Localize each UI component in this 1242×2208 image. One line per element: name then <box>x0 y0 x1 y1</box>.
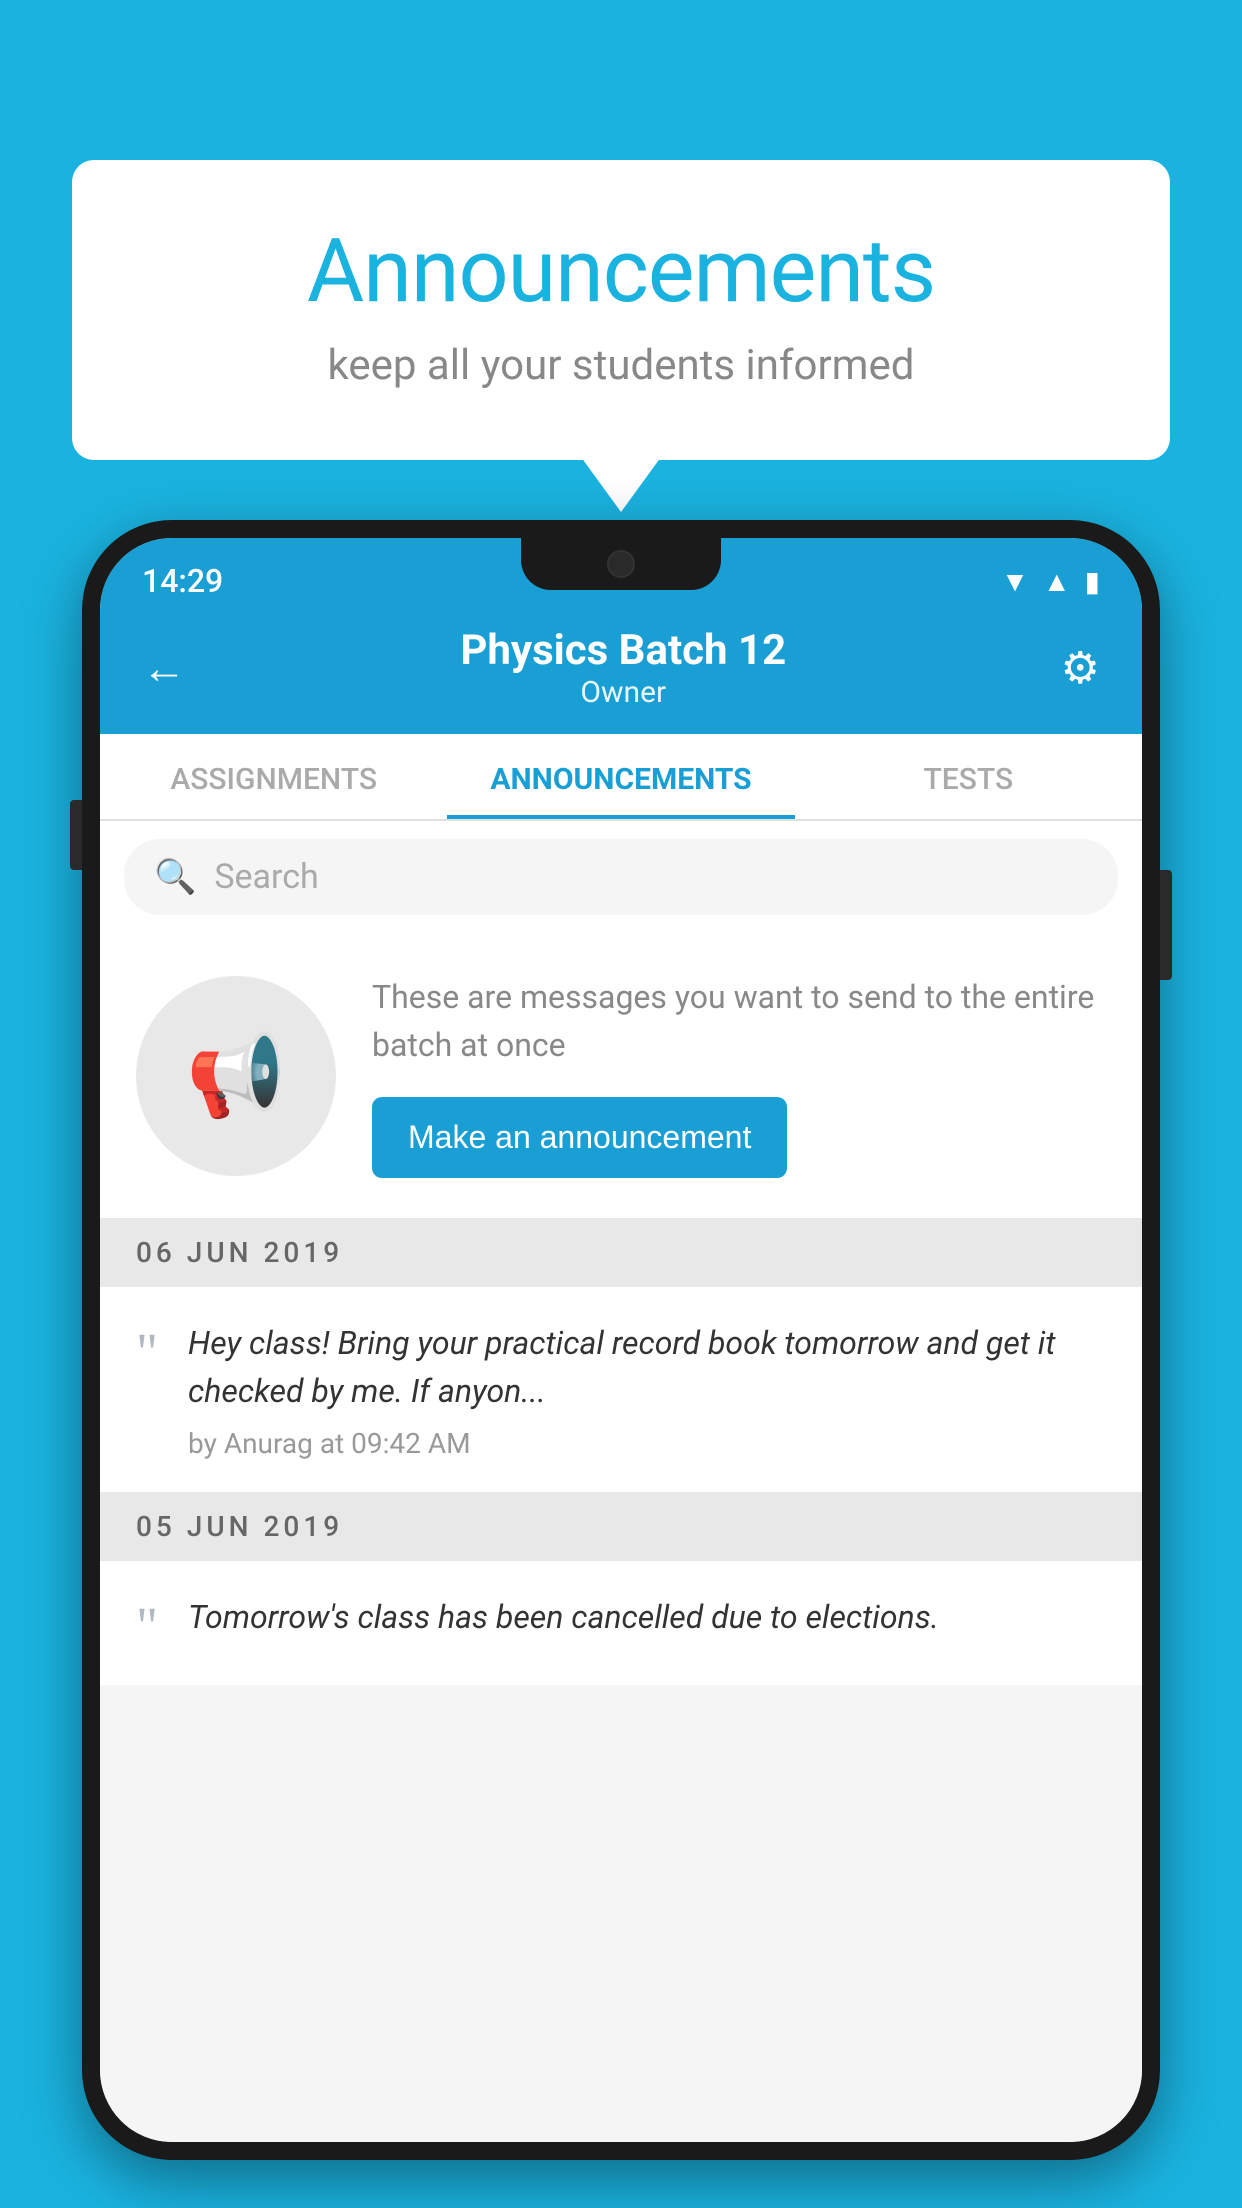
search-container: 🔍 Search <box>100 821 1142 933</box>
content-area: 🔍 Search 📢 These are messages you want t… <box>100 821 1142 2142</box>
side-button-left <box>70 800 82 870</box>
header-title: Physics Batch 12 <box>460 626 786 675</box>
speech-bubble: Announcements keep all your students inf… <box>72 160 1170 460</box>
gear-icon[interactable]: ⚙ <box>1061 642 1100 694</box>
announcement-body-1: Hey class! Bring your practical record b… <box>188 1319 1106 1415</box>
promo-icon-circle: 📢 <box>136 976 336 1176</box>
announcement-meta-1: by Anurag at 09:42 AM <box>188 1427 1106 1460</box>
speech-bubble-container: Announcements keep all your students inf… <box>72 160 1170 460</box>
announcement-item-2[interactable]: " Tomorrow's class has been cancelled du… <box>100 1561 1142 1685</box>
quote-icon-2: " <box>136 1599 158 1653</box>
phone-notch <box>521 538 721 590</box>
promo-right: These are messages you want to send to t… <box>372 973 1106 1178</box>
app-header: ← Physics Batch 12 Owner ⚙ <box>100 606 1142 734</box>
announcement-promo: 📢 These are messages you want to send to… <box>100 933 1142 1218</box>
search-bar[interactable]: 🔍 Search <box>124 839 1118 915</box>
search-placeholder: Search <box>214 857 318 897</box>
announcement-body-2: Tomorrow's class has been cancelled due … <box>188 1593 1106 1641</box>
phone-camera <box>607 550 635 578</box>
announcement-item-1[interactable]: " Hey class! Bring your practical record… <box>100 1287 1142 1492</box>
megaphone-icon: 📢 <box>186 1029 286 1123</box>
promo-description: These are messages you want to send to t… <box>372 973 1106 1069</box>
quote-icon-1: " <box>136 1325 158 1379</box>
status-icons: ▼ ▲ ▮ <box>1001 565 1100 598</box>
tab-announcements[interactable]: ANNOUNCEMENTS <box>447 734 794 819</box>
announcement-text-2: Tomorrow's class has been cancelled due … <box>188 1593 1106 1653</box>
side-button-right <box>1160 870 1172 980</box>
header-subtitle: Owner <box>460 675 786 710</box>
wifi-icon: ▼ <box>1001 565 1029 598</box>
announcement-text-1: Hey class! Bring your practical record b… <box>188 1319 1106 1460</box>
battery-icon: ▮ <box>1085 565 1100 598</box>
date-separator-2: 05 JUN 2019 <box>100 1492 1142 1561</box>
search-icon: 🔍 <box>154 857 196 897</box>
status-time: 14:29 <box>142 562 223 600</box>
phone-container: 14:29 ▼ ▲ ▮ ← Physics Batch 12 Owner ⚙ A… <box>82 520 1160 2208</box>
phone-frame: 14:29 ▼ ▲ ▮ ← Physics Batch 12 Owner ⚙ A… <box>82 520 1160 2160</box>
bubble-title: Announcements <box>152 220 1090 323</box>
signal-icon: ▲ <box>1043 565 1071 598</box>
back-button[interactable]: ← <box>142 642 186 694</box>
tab-tests[interactable]: TESTS <box>795 734 1142 819</box>
tab-bar: ASSIGNMENTS ANNOUNCEMENTS TESTS <box>100 734 1142 821</box>
header-center: Physics Batch 12 Owner <box>460 626 786 710</box>
make-announcement-button[interactable]: Make an announcement <box>372 1097 787 1178</box>
date-separator-1: 06 JUN 2019 <box>100 1218 1142 1287</box>
tab-assignments[interactable]: ASSIGNMENTS <box>100 734 447 819</box>
bubble-subtitle: keep all your students informed <box>152 341 1090 390</box>
phone-screen: 14:29 ▼ ▲ ▮ ← Physics Batch 12 Owner ⚙ A… <box>100 538 1142 2142</box>
